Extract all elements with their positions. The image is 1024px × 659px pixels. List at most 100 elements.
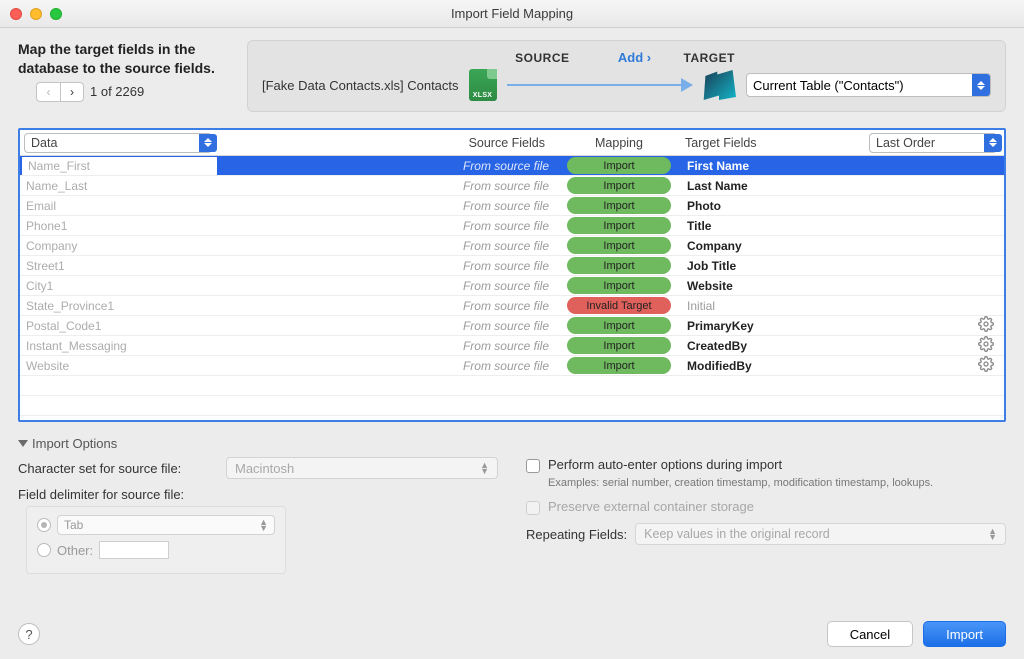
from-source-cell: From source file [215,319,559,333]
table-header: Data Source Fields Mapping Target Fields… [20,130,1004,156]
mapping-pill[interactable]: Import [567,357,671,374]
repeating-select[interactable]: Keep values in the original record▲▼ [635,523,1006,545]
instruction-text: Map the target fields in the database to… [18,40,233,78]
target-heading: TARGET [680,51,992,65]
from-source-cell: From source file [215,179,559,193]
sort-order-select[interactable]: Last Order [869,133,997,153]
gear-icon[interactable] [978,316,994,335]
mapping-pill[interactable]: Import [567,197,671,214]
dialog-footer: ? Cancel Import [0,621,1024,647]
mapping-row[interactable]: Name_LastFrom source file Import Last Name [20,176,1004,196]
from-source-cell: From source file [215,259,559,273]
autoenter-examples: Examples: serial number, creation timest… [548,477,1006,489]
mapping-row[interactable]: Instant_MessagingFrom source file Import C… [20,336,1004,356]
add-link[interactable]: Add › [618,50,651,65]
source-field-cell: State_Province1 [20,299,215,313]
from-source-cell: From source file [217,159,559,173]
source-heading: SOURCE [262,51,590,65]
mapping-pill[interactable]: Import [567,217,671,234]
empty-row [20,376,1004,396]
source-field-cell: Instant_Messaging [20,339,215,353]
triangle-down-icon [18,440,28,447]
target-field-cell: Website [679,279,869,293]
mapping-row[interactable]: State_Province1From source file Invalid T… [20,296,1004,316]
source-field-cell: Website [20,359,215,373]
target-field-cell: Photo [679,199,869,213]
mapping-row[interactable]: WebsiteFrom source fileImportModifiedBy [20,356,1004,376]
titlebar: Import Field Mapping [0,0,1024,28]
target-table-select[interactable]: Current Table ("Contacts") [746,73,991,97]
target-field-cell: PrimaryKey [679,319,869,333]
mapping-pill[interactable]: Import [567,337,671,354]
chevron-updown-icon: ▲▼ [988,528,997,540]
mapping-pill[interactable]: Import [567,317,671,334]
delimiter-label: Field delimiter for source file: [18,487,498,502]
xlsx-icon: XLSX [469,69,497,101]
delimiter-select[interactable]: Tab▲▼ [57,515,275,535]
import-button[interactable]: Import [923,621,1006,647]
mapping-row[interactable]: EmailFrom source file Import Photo [20,196,1004,216]
source-field-cell: Name_First [22,157,217,175]
chevron-updown-icon [972,74,990,96]
data-view-select[interactable]: Data [24,133,212,153]
arrow-icon [507,84,692,86]
mapping-row[interactable]: Postal_Code1From source fileImportPrimar… [20,316,1004,336]
preserve-label: Preserve external container storage [548,499,754,514]
mapping-row[interactable]: Street1From source fileImportJob Title [20,256,1004,276]
source-field-cell: Email [20,199,215,213]
charset-select[interactable]: Macintosh▲▼ [226,457,498,479]
delimiter-tab-radio[interactable] [37,518,51,532]
pager-prev-button[interactable]: ‹ [36,82,60,102]
source-field-cell: Company [20,239,215,253]
mapping-pill[interactable]: Import [567,237,671,254]
delimiter-other-radio[interactable] [37,543,51,557]
from-source-cell: From source file [215,199,559,213]
source-field-cell: Phone1 [20,219,215,233]
empty-row [20,396,1004,416]
chevron-updown-icon [984,134,1002,152]
mapping-row[interactable]: City1From source file Import Website [20,276,1004,296]
autoenter-checkbox[interactable] [526,459,540,473]
mapping-row[interactable]: CompanyFrom source fileImportCompany [20,236,1004,256]
mapping-pill[interactable]: Import [567,177,671,194]
target-field-cell: Last Name [679,179,869,193]
chevron-updown-icon: ▲▼ [259,519,268,531]
col-mapping: Mapping [559,136,679,150]
record-pager: ‹ › 1 of 2269 [36,82,233,102]
delimiter-other-label: Other: [57,543,93,558]
gear-icon[interactable] [978,356,994,375]
mapping-pill[interactable]: Import [567,257,671,274]
source-field-cell: Street1 [20,259,215,273]
source-field-cell: Name_Last [20,179,215,193]
col-target-fields: Target Fields [679,136,869,150]
mapping-pill[interactable]: Import [567,277,671,294]
from-source-cell: From source file [215,299,559,313]
gear-icon[interactable] [978,336,994,355]
target-field-cell: Initial [679,299,869,313]
from-source-cell: From source file [215,219,559,233]
source-field-cell: City1 [20,279,215,293]
target-field-cell: Company [679,239,869,253]
mapping-row[interactable]: Phone1From source file Import Title [20,216,1004,236]
chevron-updown-icon: ▲▼ [480,462,489,474]
mapping-pill[interactable]: Invalid Target [567,297,671,314]
delimiter-other-input[interactable] [99,541,169,559]
help-button[interactable]: ? [18,623,40,645]
import-options-disclosure[interactable]: Import Options [18,436,1024,451]
cancel-button[interactable]: Cancel [827,621,913,647]
mapping-table: Data Source Fields Mapping Target Fields… [18,128,1006,422]
source-file-label: [Fake Data Contacts.xls] Contacts [262,78,459,93]
mapping-row[interactable]: Name_FirstFrom source fileImportFirst Na… [20,156,1004,176]
filemaker-icon [702,70,736,100]
repeating-label: Repeating Fields: [526,527,627,542]
pager-status: 1 of 2269 [90,84,144,99]
source-target-panel: SOURCE Add › TARGET [Fake Data Contacts.… [247,40,1006,112]
from-source-cell: From source file [215,339,559,353]
col-source-fields: Source Fields [215,136,559,150]
mapping-pill[interactable]: Import [567,157,671,174]
pager-next-button[interactable]: › [60,82,84,102]
target-field-cell: CreatedBy [679,339,869,353]
from-source-cell: From source file [215,279,559,293]
from-source-cell: From source file [215,239,559,253]
target-field-cell: Title [679,219,869,233]
